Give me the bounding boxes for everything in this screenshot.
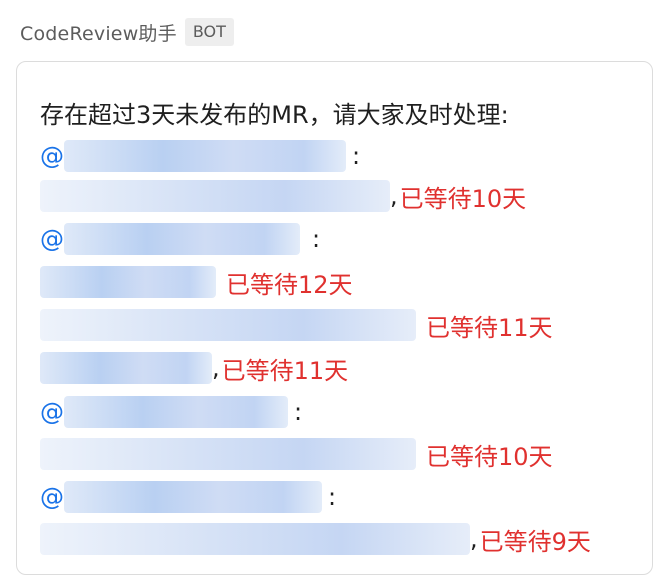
mention-colon: : bbox=[312, 225, 321, 253]
wait-days: 已等待12天 bbox=[226, 270, 353, 299]
blurred-mr-link[interactable] bbox=[40, 266, 216, 298]
wait-days: 已等待10天 bbox=[399, 184, 527, 213]
blurred-username[interactable] bbox=[64, 223, 300, 255]
wait-days: 已等待9天 bbox=[479, 527, 591, 556]
mr-line: 已等待10天 bbox=[40, 434, 553, 474]
mention-colon: : bbox=[294, 398, 303, 426]
wait-days: 已等待11天 bbox=[426, 313, 553, 342]
blurred-username[interactable] bbox=[64, 481, 322, 513]
mention-colon: : bbox=[328, 483, 337, 511]
mr-line: 已等待11天 bbox=[40, 305, 553, 345]
message-header: CodeReview助手 BOT bbox=[20, 16, 234, 48]
mr-comma: , bbox=[212, 354, 220, 382]
at-sign: @ bbox=[40, 225, 64, 253]
at-sign: @ bbox=[40, 483, 64, 511]
sender-name[interactable]: CodeReview助手 bbox=[20, 19, 177, 46]
mr-line: , 已等待11天 bbox=[40, 348, 348, 388]
mention-colon: : bbox=[352, 142, 361, 170]
blurred-mr-link[interactable] bbox=[40, 180, 390, 212]
mr-line: , 已等待10天 bbox=[40, 176, 526, 216]
at-sign: @ bbox=[40, 142, 64, 170]
blurred-mr-link[interactable] bbox=[40, 523, 470, 555]
mention-line[interactable]: @ : bbox=[40, 477, 336, 517]
blurred-mr-link[interactable] bbox=[40, 352, 212, 384]
blurred-username[interactable] bbox=[64, 140, 346, 172]
wait-days: 已等待10天 bbox=[426, 442, 553, 471]
mention-line[interactable]: @ : bbox=[40, 136, 360, 176]
blurred-mr-link[interactable] bbox=[40, 438, 416, 470]
mr-line: 已等待12天 bbox=[40, 262, 353, 302]
bot-badge: BOT bbox=[184, 18, 234, 46]
message-intro: 存在超过3天未发布的MR，请大家及时处理: bbox=[40, 92, 509, 132]
intro-text: 存在超过3天未发布的MR，请大家及时处理: bbox=[40, 100, 509, 129]
mr-line: , 已等待9天 bbox=[40, 519, 591, 559]
blurred-mr-link[interactable] bbox=[40, 309, 416, 341]
at-sign: @ bbox=[40, 398, 64, 426]
mention-line[interactable]: @ : bbox=[40, 392, 302, 432]
blurred-username[interactable] bbox=[64, 396, 288, 428]
mention-line[interactable]: @ : bbox=[40, 219, 320, 259]
wait-days: 已等待11天 bbox=[221, 356, 349, 385]
mr-comma: , bbox=[390, 182, 398, 210]
mr-comma: , bbox=[470, 525, 478, 553]
